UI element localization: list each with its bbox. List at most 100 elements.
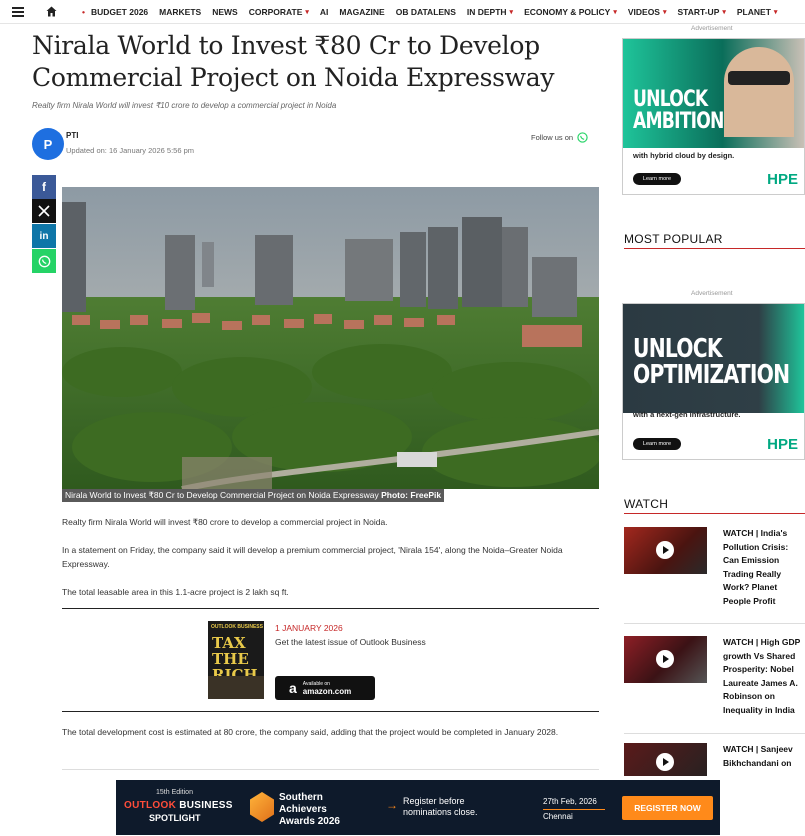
follow-us[interactable]: Follow us on [531,132,588,143]
watch-heading: WATCH [624,497,669,511]
nav-item-label: ECONOMY & POLICY [524,6,611,17]
amazon-brand-text: amazon.com [302,686,352,696]
whatsapp-share-button[interactable] [32,249,56,273]
linkedin-share-button[interactable]: in [32,224,56,248]
banner-brand-outlook: OUTLOOK [124,800,177,811]
nav-item-label: OB DATALENS [395,6,456,17]
bottom-ad-banner[interactable]: 15th Edition OUTLOOK BUSINESS SPOTLIGHT … [116,780,720,835]
banner-spotlight: SPOTLIGHT [149,813,201,823]
nav-item-ai[interactable]: AI [320,7,329,17]
hpe-logo: HPE [767,436,798,453]
event-date: 27th Feb, 2026 [543,797,597,806]
play-icon[interactable] [656,541,674,559]
caption-text: Nirala World to Invest ₹80 Cr to Develop… [65,490,379,500]
top-nav: • BUDGET 2026 MARKETS NEWS CORPORATE ▾ AI MAGAZ… [0,0,805,24]
nav-item-videos[interactable]: VIDEOS ▾ [628,7,667,17]
amazon-icon: a [289,680,297,696]
chevron-down-icon: ▾ [613,8,617,16]
caption-credit: Photo: FreePik [381,490,442,500]
ad-headline: UNLOCK [633,334,723,364]
divider [62,608,599,609]
nav-item-label: BUDGET 2026 [90,6,149,17]
section-divider [624,513,805,514]
learn-more-button[interactable]: Learn more [633,438,681,450]
image-caption: Nirala World to Invest ₹80 Cr to Develop… [62,489,445,502]
nav-item-label: AI [319,6,329,17]
banner-date: 27th Feb, 2026 Chennai [543,795,605,824]
facebook-share-button[interactable]: f [32,175,56,199]
ad-label: Advertisement [691,25,733,32]
video-thumbnail[interactable] [624,636,707,683]
watch-item[interactable]: WATCH | High GDP growth Vs Shared Prospe… [624,636,805,736]
nav-item-label: CORPORATE [248,6,303,17]
magazine-cover[interactable]: OUTLOOK BUSINESS TAX THE RICH [208,621,264,699]
nav-item-ob-datalens[interactable]: OB DATALENS [396,7,456,17]
nav-item-corporate[interactable]: CORPORATE ▾ [249,7,309,17]
banner-brand: OUTLOOK BUSINESS [124,800,233,811]
register-now-button[interactable]: REGISTER NOW [622,796,713,820]
ad-banner-1[interactable]: UNLOCK AMBITION with hybrid cloud by des… [622,38,805,195]
whatsapp-icon[interactable] [577,132,588,143]
nav-item-magazine[interactable]: MAGAZINE [339,7,384,17]
nav-item-economy-policy[interactable]: ECONOMY & POLICY ▾ [524,7,617,17]
follow-label: Follow us on [531,133,574,142]
register-line: Register before [403,796,465,806]
article-subtitle: Realty firm Nirala World will invest ₹10… [32,101,337,110]
ad-tagline: with a next-gen infrastructure. [633,410,741,419]
most-popular-heading: MOST POPULAR [624,232,723,246]
watch-title[interactable]: WATCH | India's Pollution Crisis: Can Em… [723,527,805,608]
whatsapp-icon [38,255,50,267]
menu-icon[interactable] [12,6,24,17]
facebook-icon: f [42,180,46,194]
watch-title[interactable]: WATCH | High GDP growth Vs Shared Prospe… [723,636,805,717]
nav-item-label: NEWS [212,6,238,17]
arrow-right-icon: → [386,798,398,812]
x-icon [38,205,50,217]
magazine-text[interactable]: Get the latest issue of Outlook Business [275,637,426,647]
x-share-button[interactable] [32,199,56,223]
watch-title[interactable]: WATCH | Sanjeev Bikhchandani on [723,743,805,770]
bullet-icon: • [82,6,85,17]
play-icon[interactable] [656,650,674,668]
nav-item-news[interactable]: NEWS [212,7,238,17]
nav-item-label: MAGAZINE [339,6,385,17]
chevron-down-icon: ▾ [662,8,667,16]
nav-item-markets[interactable]: MARKETS [159,7,201,17]
brand-text: HPE [767,436,798,453]
article-paragraph: The total development cost is estimated … [62,727,559,737]
nav-item-label: PLANET [736,6,771,17]
watch-item[interactable]: WATCH | Sanjeev Bikhchandani on [624,743,805,776]
banner-award-title: Southern Achievers Awards 2026 [279,792,340,828]
award-line: Southern [279,792,323,803]
section-divider [624,248,805,249]
video-thumbnail[interactable] [624,527,707,574]
hpe-logo: HPE [767,171,798,188]
banner-brand-business: BUSINESS [179,800,233,811]
divider [624,733,805,734]
nav-item-start-up[interactable]: START-UP ▾ [678,7,726,17]
linkedin-icon: in [39,230,49,242]
watch-item[interactable]: WATCH | India's Pollution Crisis: Can Em… [624,527,805,622]
ad-headline: AMBITION [633,109,724,134]
nav-item-budget-2026[interactable]: • BUDGET 2026 [82,7,148,17]
hero-image [62,187,599,489]
chevron-down-icon: ▾ [305,8,309,16]
banner-register-text: Register before nominations close. [403,796,478,818]
nav-item-label: VIDEOS [627,6,660,17]
ad-banner-2[interactable]: UNLOCK OPTIMIZATION with a next-gen infr… [622,303,805,460]
author-name[interactable]: PTI [66,131,78,140]
learn-more-button[interactable]: Learn more [633,173,681,185]
nav-item-in-depth[interactable]: IN DEPTH ▾ [467,7,513,17]
avatar[interactable]: P [32,128,64,160]
article-paragraph: Realty firm Nirala World will invest ₹80… [62,517,388,527]
video-thumbnail[interactable] [624,743,707,776]
nav-item-label: START-UP [677,6,720,17]
amazon-button[interactable]: a Available on amazon.com [275,676,375,700]
nav-item-label: MARKETS [159,6,202,17]
nav-item-planet[interactable]: PLANET ▾ [737,7,778,17]
brand-text: HPE [767,171,798,188]
event-location: Chennai [543,809,605,824]
divider [62,769,599,770]
home-icon[interactable] [46,6,57,17]
play-icon[interactable] [656,753,674,771]
